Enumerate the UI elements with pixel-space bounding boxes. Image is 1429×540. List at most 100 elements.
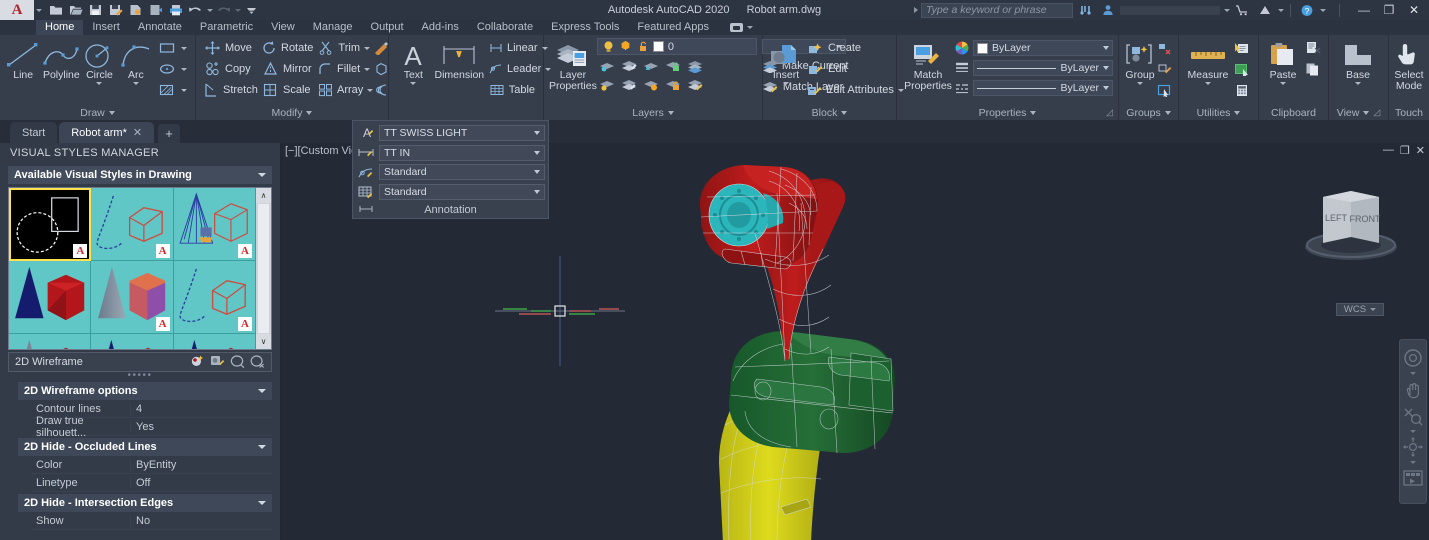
panel-title-block[interactable]: Block: [763, 105, 896, 120]
ribbon-tab-parametric[interactable]: Parametric: [191, 20, 262, 35]
tool-line[interactable]: Line: [5, 38, 41, 105]
tool-leader[interactable]: Leader: [486, 59, 538, 79]
property-value[interactable]: ByEntity: [130, 459, 272, 471]
showmotion-icon[interactable]: [1400, 465, 1426, 491]
annotation-flyout-title[interactable]: Annotation: [353, 202, 548, 218]
restore-button[interactable]: ❐: [1378, 1, 1400, 19]
tool-arc[interactable]: Arc: [118, 38, 154, 105]
chevron-down-icon[interactable]: [841, 111, 847, 115]
robot-arm-model[interactable]: [681, 163, 971, 540]
property-value[interactable]: Yes: [130, 421, 272, 433]
chevron-down-icon[interactable]: [534, 151, 540, 155]
tool-edit-attributes[interactable]: Edit Attributes: [804, 80, 892, 100]
panel-title-clipboard[interactable]: Clipboard: [1259, 105, 1328, 120]
plot-icon[interactable]: [146, 1, 165, 19]
customize-icon[interactable]: [242, 1, 261, 19]
layer-lock-icon[interactable]: [663, 57, 684, 75]
search-submit-icon[interactable]: [1076, 1, 1095, 19]
panel-dialog-launcher-icon[interactable]: ◿: [1373, 107, 1380, 118]
save-as-icon[interactable]: [106, 1, 125, 19]
match-layer-stack-icon[interactable]: [685, 76, 706, 94]
doc-tab-start[interactable]: Start: [10, 122, 57, 143]
leader-style-combo[interactable]: Standard: [379, 164, 545, 180]
tool-cut[interactable]: [1302, 38, 1323, 58]
layer-thaw-icon[interactable]: [641, 76, 662, 94]
pan-icon[interactable]: [1400, 376, 1426, 402]
tool-copy[interactable]: Copy: [201, 59, 259, 79]
chevron-down-icon[interactable]: [1103, 46, 1109, 50]
undo-dropdown-icon[interactable]: [207, 9, 213, 12]
user-name-label[interactable]: [1120, 6, 1220, 15]
property-row-linetype[interactable]: Linetype Off: [31, 474, 272, 492]
chevron-down-icon[interactable]: [258, 389, 266, 393]
text-style-icon[interactable]: A: [356, 125, 376, 140]
scroll-up-button[interactable]: ∧: [256, 188, 271, 203]
linetype-combo[interactable]: ByLayer: [973, 80, 1113, 96]
ucs-selector[interactable]: WCS: [1336, 303, 1384, 316]
property-value[interactable]: Off: [130, 477, 272, 489]
tool-calculator[interactable]: [1232, 80, 1253, 100]
tool-quick-select[interactable]: [1232, 38, 1253, 58]
featured-apps-icon[interactable]: [730, 23, 743, 32]
ribbon-tab-express-tools[interactable]: Express Tools: [542, 20, 628, 35]
scroll-down-button[interactable]: ∨: [256, 334, 271, 349]
table-style-icon[interactable]: [356, 185, 376, 200]
viewport-controls-label[interactable]: [−][Custom Vie: [285, 145, 357, 157]
account-icon[interactable]: [1098, 1, 1117, 19]
panel-title-groups[interactable]: Groups: [1119, 105, 1178, 120]
chevron-down-icon[interactable]: [109, 111, 115, 115]
panel-dialog-launcher-icon[interactable]: ◿: [1106, 107, 1113, 118]
panel-title-utilities[interactable]: Utilities: [1179, 105, 1258, 120]
tool-create-block[interactable]: Create: [804, 38, 892, 58]
tool-scale[interactable]: Scale: [259, 80, 315, 100]
lineweight-combo[interactable]: ByLayer: [973, 60, 1113, 76]
tool-measure[interactable]: Measure: [1184, 38, 1232, 105]
tool-ellipse[interactable]: [156, 59, 190, 79]
chevron-down-icon[interactable]: [258, 445, 266, 449]
property-group-2d-hide-occluded-lines[interactable]: 2D Hide - Occluded Lines: [18, 438, 272, 456]
make-current-stack-icon[interactable]: [685, 57, 706, 75]
dimension-style-combo[interactable]: TT IN: [379, 145, 545, 161]
ribbon-tab-collaborate[interactable]: Collaborate: [468, 20, 542, 35]
chevron-down-icon[interactable]: [1370, 308, 1376, 311]
ribbon-tab-home[interactable]: Home: [36, 20, 83, 35]
tool-array[interactable]: Array: [315, 80, 370, 100]
zoom-icon[interactable]: [1400, 403, 1426, 429]
tool-group[interactable]: Group: [1124, 38, 1156, 105]
scrollbar-thumb[interactable]: [258, 204, 269, 333]
panel-title-properties[interactable]: Properties ◿: [897, 105, 1118, 120]
vsm-section-header[interactable]: Available Visual Styles in Drawing: [8, 166, 272, 184]
property-group-2d-hide-intersection-edges[interactable]: 2D Hide - Intersection Edges: [18, 494, 272, 512]
panel-resize-grip[interactable]: •••••: [0, 372, 280, 380]
chevron-down-icon[interactable]: [534, 131, 540, 135]
close-button[interactable]: ✕: [1403, 1, 1425, 19]
tool-group-edit[interactable]: [1156, 59, 1173, 79]
ribbon-tab-output[interactable]: Output: [362, 20, 413, 35]
layer-unlock-tool-icon[interactable]: [663, 76, 684, 94]
undo-icon[interactable]: [186, 1, 205, 19]
tool-text[interactable]: A Text: [394, 38, 433, 105]
tool-move[interactable]: Move: [201, 38, 259, 58]
help-icon[interactable]: ?: [1297, 1, 1316, 19]
tool-copy-clip[interactable]: [1302, 59, 1323, 79]
visual-style-thumb-xray[interactable]: [174, 334, 256, 349]
panel-title-annotation[interactable]: [389, 105, 543, 120]
gallery-scrollbar[interactable]: ∧ ∨: [256, 188, 271, 349]
tool-edit-block[interactable]: Edit: [804, 59, 892, 79]
orbit-caret-icon[interactable]: [1410, 461, 1416, 464]
tool-select-mode[interactable]: Select Mode: [1394, 38, 1424, 105]
visual-style-thumb-realistic[interactable]: [9, 261, 91, 334]
minimize-button[interactable]: —: [1353, 1, 1375, 19]
tool-group-selection[interactable]: [1156, 80, 1173, 100]
tool-ungroup[interactable]: [1156, 38, 1173, 58]
tool-rotate[interactable]: Rotate: [259, 38, 315, 58]
insert-dropdown-icon[interactable]: [783, 82, 789, 85]
autocad-logo-icon[interactable]: A: [0, 0, 34, 20]
layer-freeze-tool-icon[interactable]: [641, 57, 662, 75]
new-tab-button[interactable]: +: [158, 124, 180, 143]
chevron-down-icon[interactable]: [1103, 66, 1109, 70]
layer-on-tool-icon[interactable]: [597, 76, 618, 94]
viewport-close-button[interactable]: ✕: [1416, 144, 1425, 157]
panel-title-touch[interactable]: Touch: [1389, 105, 1429, 120]
tool-paste[interactable]: Paste: [1264, 38, 1302, 105]
